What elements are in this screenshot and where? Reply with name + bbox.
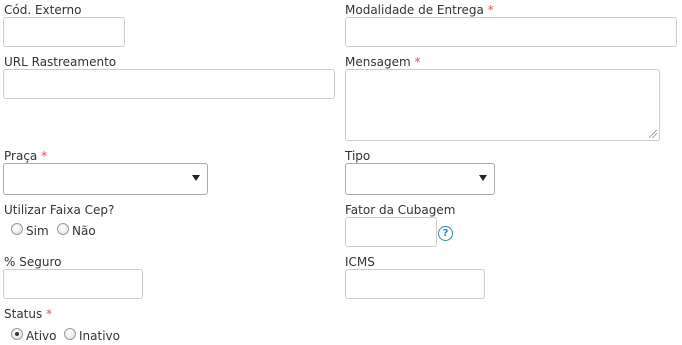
status-label: Status * — [4, 307, 53, 321]
fator-cubagem-input[interactable] — [345, 217, 437, 247]
tipo-select[interactable] — [345, 163, 495, 195]
status-ativo-radio[interactable] — [11, 328, 23, 340]
tipo-label: Tipo — [345, 149, 371, 163]
dropdown-arrow-icon — [192, 175, 200, 181]
faixa-cep-sim-label[interactable]: Sim — [26, 224, 49, 238]
cod-externo-input[interactable] — [3, 17, 125, 47]
praca-label: Praça * — [4, 149, 48, 163]
icms-label: ICMS — [345, 255, 375, 269]
status-inativo-label[interactable]: Inativo — [79, 329, 120, 343]
faixa-cep-nao-label[interactable]: Não — [72, 224, 96, 238]
status-inativo-radio[interactable] — [64, 328, 76, 340]
required-mark: * — [414, 55, 421, 69]
mensagem-textarea[interactable] — [345, 69, 660, 141]
seguro-label: % Seguro — [4, 255, 62, 269]
utilizar-faixa-cep-label: Utilizar Faixa Cep? — [4, 203, 115, 217]
status-ativo-label[interactable]: Ativo — [26, 329, 56, 343]
url-rastreamento-label: URL Rastreamento — [4, 55, 117, 69]
url-rastreamento-input[interactable] — [3, 69, 335, 99]
dropdown-arrow-icon — [479, 175, 487, 181]
required-mark: * — [46, 307, 53, 321]
modalidade-entrega-input[interactable] — [345, 17, 677, 47]
icms-input[interactable] — [345, 269, 485, 299]
praca-select[interactable] — [3, 163, 208, 195]
modalidade-entrega-label: Modalidade de Entrega * — [345, 3, 494, 17]
seguro-input[interactable] — [3, 269, 143, 299]
help-icon[interactable]: ? — [438, 226, 453, 241]
resize-grip-icon[interactable] — [649, 130, 657, 138]
required-mark: * — [487, 3, 494, 17]
cod-externo-label: Cód. Externo — [4, 3, 82, 17]
fator-cubagem-label: Fator da Cubagem — [345, 203, 456, 217]
faixa-cep-nao-radio[interactable] — [57, 223, 69, 235]
required-mark: * — [41, 149, 48, 163]
faixa-cep-sim-radio[interactable] — [11, 223, 23, 235]
mensagem-label: Mensagem * — [345, 55, 421, 69]
